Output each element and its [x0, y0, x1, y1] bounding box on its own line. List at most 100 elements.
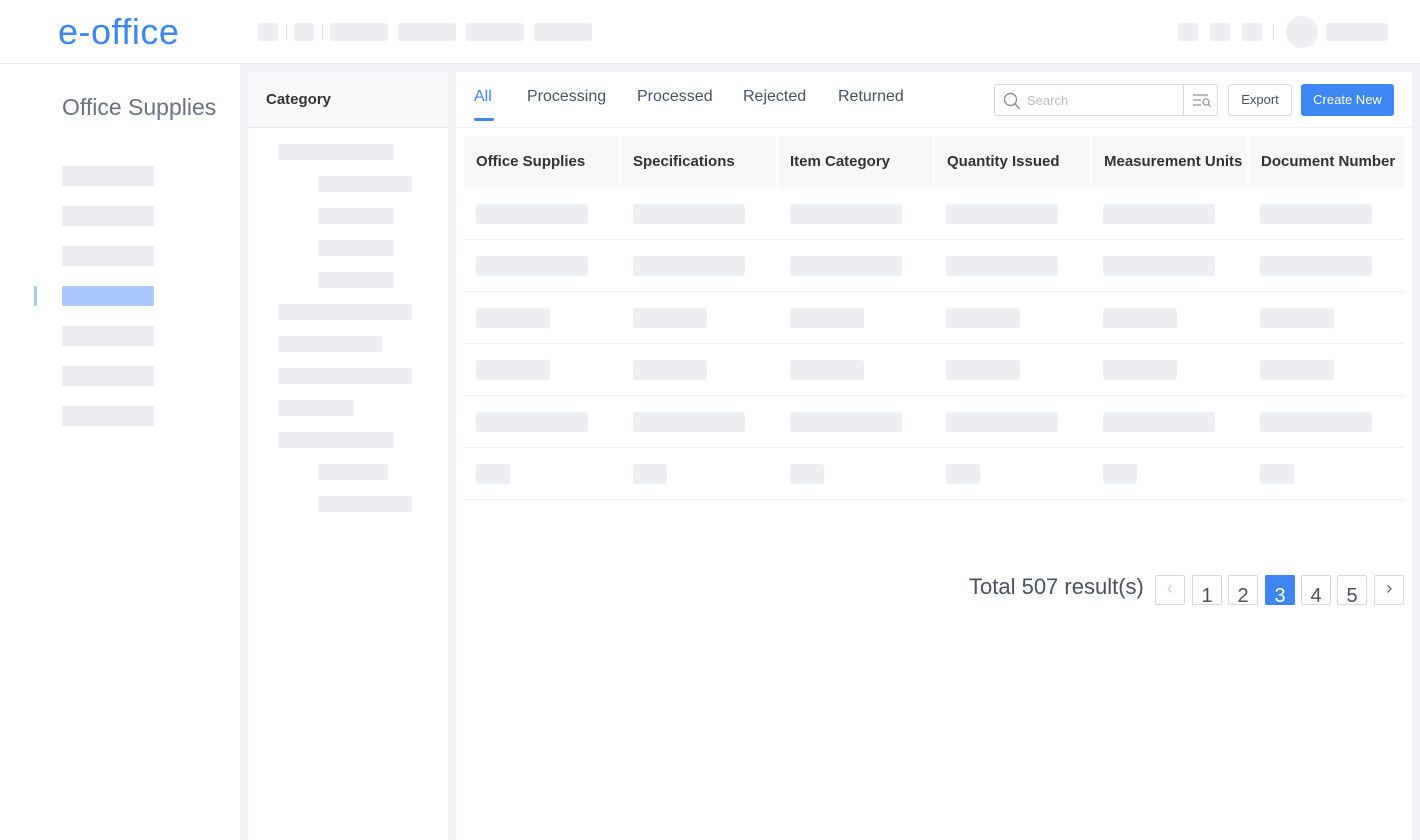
- search-box: [994, 84, 1218, 116]
- cell-placeholder: [790, 204, 902, 224]
- nav-placeholder[interactable]: [466, 23, 524, 41]
- tab-all[interactable]: All: [474, 88, 492, 106]
- chevron-left-icon: [1167, 585, 1172, 593]
- cell-placeholder: [1103, 464, 1137, 484]
- cell-placeholder: [1260, 412, 1372, 432]
- category-tree-item[interactable]: [278, 432, 394, 448]
- category-tree-item[interactable]: [278, 144, 394, 160]
- header-icon-placeholder[interactable]: [1178, 23, 1198, 41]
- create-new-button[interactable]: Create New: [1301, 84, 1394, 116]
- page-button[interactable]: 4: [1301, 575, 1331, 605]
- tab-processing[interactable]: Processing: [527, 88, 606, 106]
- cell-placeholder: [790, 412, 902, 432]
- cell-placeholder: [946, 464, 980, 484]
- category-tree-item[interactable]: [278, 400, 354, 416]
- active-indicator: [34, 286, 37, 306]
- sidebar-item[interactable]: [62, 166, 154, 186]
- avatar[interactable]: [1286, 16, 1318, 48]
- sidebar-item[interactable]: [62, 326, 154, 346]
- total-results: Total 507 result(s): [969, 574, 1144, 599]
- cell-placeholder: [476, 360, 550, 380]
- category-tree-item[interactable]: [318, 176, 412, 192]
- next-page-button[interactable]: [1374, 575, 1404, 605]
- page-edge: [1412, 64, 1420, 840]
- category-tree-item[interactable]: [278, 304, 412, 320]
- app-logo[interactable]: e-office: [58, 12, 179, 52]
- column-header[interactable]: Specifications: [621, 136, 778, 188]
- table-row[interactable]: [464, 240, 1404, 292]
- cell-placeholder: [633, 464, 667, 484]
- category-tree-item[interactable]: [318, 464, 388, 480]
- divider: [286, 25, 287, 39]
- sidebar-item[interactable]: [62, 406, 154, 426]
- cell-placeholder: [1103, 308, 1177, 328]
- column-header[interactable]: Measurement Units: [1092, 136, 1249, 188]
- cell-placeholder: [1260, 256, 1372, 276]
- cell-placeholder: [1260, 360, 1334, 380]
- table-row[interactable]: [464, 396, 1404, 448]
- category-tree-item[interactable]: [318, 208, 394, 224]
- search-icon: [1003, 92, 1021, 110]
- column-header[interactable]: Office Supplies: [464, 136, 621, 188]
- column-header[interactable]: Document Number: [1249, 136, 1404, 188]
- nav-placeholder[interactable]: [398, 23, 456, 41]
- page-button-current[interactable]: 3: [1265, 575, 1295, 605]
- cell-placeholder: [476, 412, 588, 432]
- page-button[interactable]: 1: [1192, 575, 1222, 605]
- cell-placeholder: [476, 464, 510, 484]
- category-tree-item[interactable]: [318, 240, 394, 256]
- category-tree-item[interactable]: [318, 272, 394, 288]
- divider: [1273, 25, 1274, 39]
- main-content: All Processing Processed Rejected Return…: [456, 72, 1420, 840]
- export-button[interactable]: Export: [1228, 84, 1292, 116]
- nav-placeholder[interactable]: [330, 23, 388, 41]
- cell-placeholder: [1260, 308, 1334, 328]
- tab-returned[interactable]: Returned: [838, 88, 904, 106]
- header-icon-placeholder[interactable]: [1210, 23, 1230, 41]
- category-tree-item[interactable]: [278, 336, 382, 352]
- tab-rejected[interactable]: Rejected: [743, 88, 806, 106]
- page-button[interactable]: 5: [1337, 575, 1367, 605]
- sidebar-item[interactable]: [62, 246, 154, 266]
- cell-placeholder: [946, 256, 1058, 276]
- search-input[interactable]: [1027, 90, 1177, 110]
- cell-placeholder: [1103, 256, 1215, 276]
- nav-placeholder[interactable]: [258, 23, 278, 41]
- tab-processed[interactable]: Processed: [637, 88, 713, 106]
- category-tree-item[interactable]: [278, 368, 412, 384]
- advanced-search-button[interactable]: [1183, 85, 1218, 115]
- sidebar-item[interactable]: [62, 366, 154, 386]
- username-placeholder[interactable]: [1326, 23, 1388, 41]
- cell-placeholder: [633, 204, 745, 224]
- header-icon-placeholder[interactable]: [1242, 23, 1262, 41]
- column-header[interactable]: Quantity Issued: [935, 136, 1092, 188]
- table-header: Office Supplies Specifications Item Cate…: [464, 136, 1404, 188]
- table-row[interactable]: [464, 344, 1404, 396]
- sidebar-item[interactable]: [62, 206, 154, 226]
- table-row[interactable]: [464, 292, 1404, 344]
- cell-placeholder: [1260, 464, 1294, 484]
- cell-placeholder: [1103, 204, 1215, 224]
- table-row[interactable]: [464, 188, 1404, 240]
- nav-placeholder[interactable]: [294, 23, 314, 41]
- cell-placeholder: [790, 308, 864, 328]
- cell-placeholder: [1260, 204, 1372, 224]
- filter-search-icon: [1193, 94, 1211, 107]
- sidebar: Office Supplies: [0, 64, 240, 840]
- prev-page-button[interactable]: [1155, 575, 1185, 605]
- divider: [456, 127, 1420, 128]
- category-panel: Category: [248, 72, 448, 840]
- table-row[interactable]: [464, 448, 1404, 500]
- column-header[interactable]: Item Category: [778, 136, 935, 188]
- active-tab-indicator: [474, 118, 494, 121]
- category-header: Category: [248, 72, 448, 128]
- sidebar-item-active[interactable]: [62, 286, 154, 306]
- page-button[interactable]: 2: [1228, 575, 1258, 605]
- cell-placeholder: [1103, 412, 1215, 432]
- category-tree-item[interactable]: [318, 496, 412, 512]
- cell-placeholder: [790, 360, 864, 380]
- cell-placeholder: [946, 360, 1020, 380]
- cell-placeholder: [633, 256, 745, 276]
- chevron-right-icon: [1387, 585, 1392, 593]
- nav-placeholder[interactable]: [534, 23, 592, 41]
